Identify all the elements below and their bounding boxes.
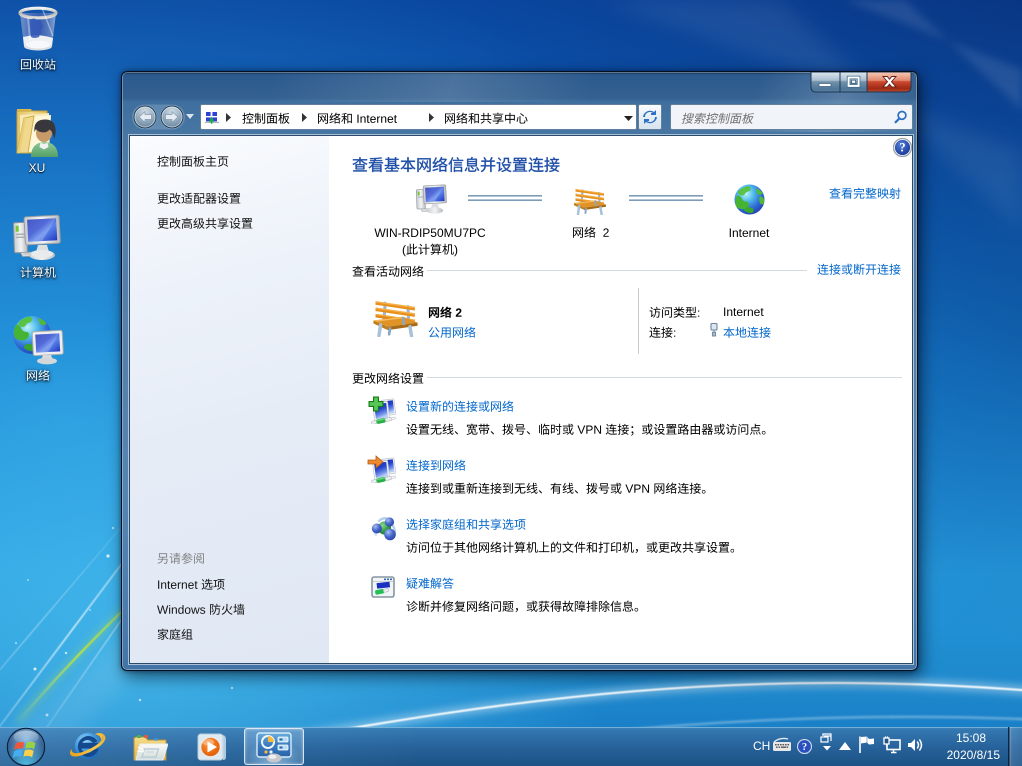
svg-text:?: ? (802, 742, 807, 753)
svg-text:?: ? (899, 141, 905, 155)
